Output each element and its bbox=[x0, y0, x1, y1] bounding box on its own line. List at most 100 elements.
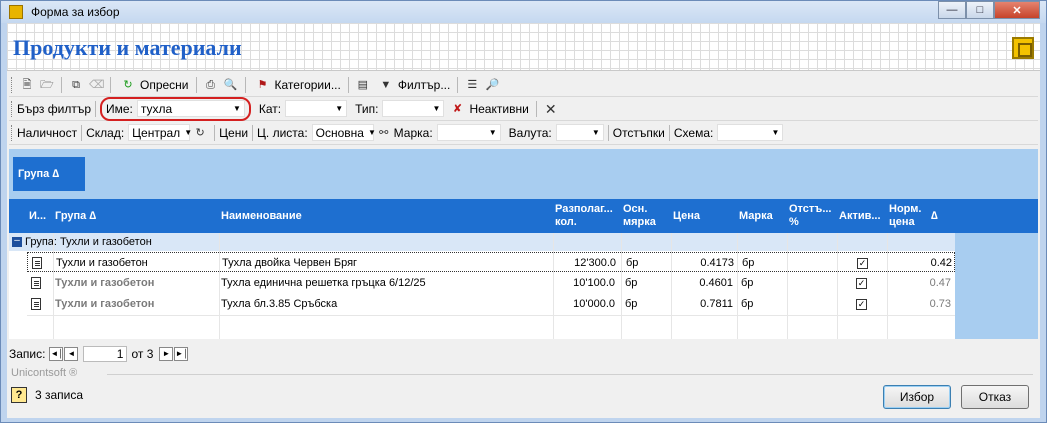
cell-qty: 10'000.0 bbox=[573, 298, 615, 310]
cell-qty: 12'300.0 bbox=[574, 257, 616, 269]
copy-icon[interactable]: ⧉ bbox=[69, 78, 83, 92]
discounts-label: Отстъпки bbox=[612, 125, 665, 140]
find-icon[interactable]: 🔎 bbox=[485, 78, 499, 92]
toolbar-grip[interactable] bbox=[11, 76, 14, 93]
quick-filter-toolbar: Бърз филтър Име: тухла ▼ Кат: ▼ Тип: ▼ ✘… bbox=[9, 96, 1038, 121]
title-bar: Форма за избор — □ ✕ bbox=[1, 1, 1046, 23]
clear-filter-icon[interactable]: ✕ bbox=[544, 102, 558, 116]
collapse-icon[interactable]: – bbox=[12, 236, 22, 247]
print-preview-icon[interactable]: 🔍 bbox=[224, 78, 238, 92]
new-document-icon[interactable]: 🗎 bbox=[20, 78, 34, 92]
cell-price: 0.4173 bbox=[700, 257, 734, 269]
table-row[interactable]: Тухли и газобетон Тухла двойка Червен Бр… bbox=[27, 252, 955, 272]
window: Форма за избор — □ ✕ Продукти и материал… bbox=[0, 0, 1047, 423]
maximize-icon[interactable]: □ bbox=[966, 1, 994, 19]
filter-button[interactable]: ▼ Филтър... bbox=[373, 75, 454, 95]
chevron-down-icon[interactable]: ▼ bbox=[184, 128, 192, 137]
cell-name: Тухла бл.3.85 Сръбска bbox=[221, 298, 338, 310]
print-icon[interactable]: ⎙ bbox=[204, 78, 218, 92]
category-combo[interactable]: ▼ bbox=[285, 100, 348, 117]
row-doc-icon bbox=[31, 294, 51, 314]
column-header-active[interactable]: Актив... bbox=[839, 199, 885, 233]
separator bbox=[244, 76, 246, 93]
app-icon bbox=[9, 5, 23, 19]
status-text: 3 записа bbox=[35, 388, 84, 402]
scheme-label: Схема: bbox=[673, 125, 714, 140]
row-doc-icon bbox=[31, 273, 51, 293]
prices-toolbar: Наличност Склад: Централ ▼ ↻ Цени Ц. лис… bbox=[9, 121, 1038, 145]
chevron-down-icon[interactable]: ▼ bbox=[368, 128, 376, 137]
inactive-label: Неактивни bbox=[469, 101, 529, 116]
minimize-icon[interactable]: — bbox=[938, 1, 966, 19]
chevron-down-icon[interactable]: ▼ bbox=[233, 104, 241, 113]
chevron-down-icon[interactable]: ▼ bbox=[335, 104, 343, 113]
client-area: Продукти и материали 🗎 🗁 ⧉ ⌫ ↻ Опресни ⎙… bbox=[7, 23, 1040, 418]
warehouse-combo[interactable]: Централ ▼ bbox=[128, 124, 192, 141]
pricelist-combo[interactable]: Основна ▼ bbox=[311, 124, 376, 141]
current-record-input[interactable]: 1 bbox=[83, 346, 128, 362]
separator bbox=[95, 100, 96, 117]
currency-combo[interactable]: ▼ bbox=[555, 124, 604, 141]
cell-group: Тухли и газобетон bbox=[56, 257, 148, 269]
next-record-icon[interactable]: ► bbox=[159, 347, 174, 361]
window-controls: — □ ✕ bbox=[938, 1, 1040, 19]
chevron-down-icon[interactable]: ▼ bbox=[433, 104, 441, 113]
column-header-mark[interactable]: Марка bbox=[739, 199, 783, 233]
inactive-toggle[interactable]: ✘ Неактивни bbox=[444, 99, 531, 119]
filter-label: Филтър... bbox=[397, 77, 451, 92]
separator bbox=[607, 124, 609, 141]
chevron-down-icon[interactable]: ▼ bbox=[592, 128, 600, 137]
last-record-icon[interactable]: ►│ bbox=[174, 347, 189, 361]
column-header-discount[interactable]: Отстъ... % bbox=[789, 199, 835, 233]
refresh-icon: ↻ bbox=[123, 78, 133, 91]
sort-indicator-icon[interactable]: ∆ bbox=[931, 199, 945, 233]
help-icon[interactable]: ? bbox=[11, 387, 27, 403]
pricelist-value: Основна bbox=[315, 125, 364, 140]
chevron-down-icon[interactable]: ▼ bbox=[771, 128, 779, 137]
cell-norm-price: 0.47 bbox=[929, 277, 951, 289]
grid-header: И... Група ∆ Наименование Разполаг... ко… bbox=[9, 199, 1038, 233]
column-header-group[interactable]: Група ∆ bbox=[55, 199, 205, 233]
brand-label: Марка: bbox=[393, 125, 433, 140]
first-record-icon[interactable]: ◄│ bbox=[49, 347, 64, 361]
cell-group: Тухли и газобетон bbox=[55, 277, 155, 289]
column-header-name[interactable]: Наименование bbox=[221, 199, 541, 233]
group-by-chip[interactable]: Група ∆ bbox=[13, 157, 85, 191]
name-label: Име: bbox=[106, 101, 133, 116]
select-button[interactable]: Избор bbox=[883, 385, 951, 409]
table-row[interactable]: Тухли и газобетон Тухла единична решетка… bbox=[27, 273, 955, 293]
toolbar-grip[interactable] bbox=[11, 124, 14, 141]
cell-group: Тухли и газобетон bbox=[55, 298, 155, 310]
close-icon[interactable]: ✕ bbox=[994, 1, 1040, 19]
quick-filter-label: Бърз филтър bbox=[17, 101, 91, 116]
inactive-icon: ✘ bbox=[452, 102, 463, 115]
columns-icon[interactable]: ▤ bbox=[356, 78, 370, 92]
refresh-small-icon[interactable]: ↻ bbox=[193, 126, 207, 140]
list-icon[interactable]: ☰ bbox=[465, 78, 479, 92]
table-row[interactable]: Тухли и газобетон Тухла бл.3.85 Сръбска … bbox=[27, 294, 955, 314]
categories-button[interactable]: ⚑ Категории... bbox=[250, 75, 344, 95]
refresh-button[interactable]: ↻ Опресни bbox=[115, 75, 192, 95]
scheme-combo[interactable]: ▼ bbox=[717, 124, 784, 141]
availability-label: Наличност bbox=[17, 125, 78, 140]
cancel-button[interactable]: Отказ bbox=[961, 385, 1029, 409]
active-checkbox[interactable]: ✓ bbox=[857, 253, 871, 273]
type-combo[interactable]: ▼ bbox=[382, 100, 445, 117]
eraser-icon[interactable]: ⌫ bbox=[89, 78, 105, 92]
name-filter-highlight: Име: тухла ▼ bbox=[100, 96, 251, 121]
column-header-norm-price[interactable]: Норм. цена bbox=[889, 199, 929, 233]
open-folder-icon[interactable]: 🗁 bbox=[40, 78, 54, 92]
brand-combo[interactable]: ▼ bbox=[436, 124, 501, 141]
toolbar-grip[interactable] bbox=[11, 100, 14, 117]
cell-mark: бр bbox=[741, 277, 754, 289]
column-header-price[interactable]: Цена bbox=[673, 199, 733, 233]
group-row[interactable]: – Група: Тухли и газобетон bbox=[9, 233, 955, 251]
prev-record-icon[interactable]: ◄ bbox=[64, 347, 79, 361]
column-header-unit[interactable]: Осн. мярка bbox=[623, 199, 667, 233]
chevron-down-icon[interactable]: ▼ bbox=[489, 128, 497, 137]
name-filter-combo[interactable]: тухла ▼ bbox=[136, 100, 245, 117]
active-checkbox[interactable]: ✓ bbox=[856, 273, 870, 293]
column-header-id[interactable]: И... bbox=[29, 199, 53, 233]
column-header-qty[interactable]: Разполаг... кол. bbox=[555, 199, 619, 233]
active-checkbox[interactable]: ✓ bbox=[856, 294, 870, 314]
